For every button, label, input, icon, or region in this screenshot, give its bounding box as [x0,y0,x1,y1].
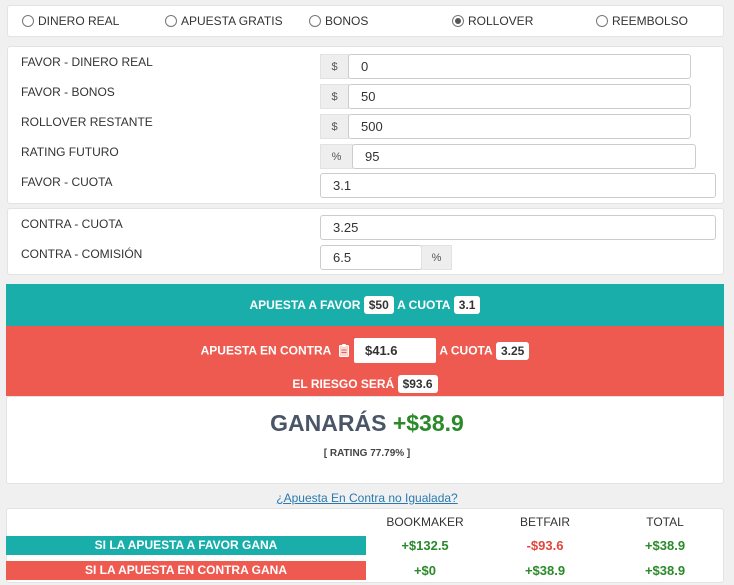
dollar-addon: $ [320,114,349,139]
rollover-restante-input[interactable]: 500 [348,114,691,139]
win-amount: +$38.9 [392,410,464,436]
riesgo-text: EL RIESGO SERÁ [292,377,395,391]
rating-futuro-label: RATING FUTURO [21,145,119,159]
radio-dot-icon [309,15,321,27]
header-total: TOTAL [646,515,684,529]
dollar-addon: $ [320,54,349,79]
table-cell: +$132.5 [401,538,449,553]
favor-dinero-real-input[interactable]: 0 [348,54,691,79]
win-headline: GANARÁS +$38.9 [0,410,734,437]
radio-bonos[interactable]: BONOS [309,14,368,28]
radio-rollover[interactable]: ROLLOVER [452,14,533,28]
radio-reembolso[interactable]: REEMBOLSO [596,14,688,28]
favor-bonos-label: FAVOR - BONOS [21,85,115,99]
a-cuota-text: A CUOTA [439,343,493,358]
contra-cuota-chip: 3.25 [496,341,530,360]
favor-cuota-input[interactable]: 3.1 [320,173,716,198]
radio-apuesta-gratis[interactable]: APUESTA GRATIS [165,14,283,28]
radio-label: ROLLOVER [468,14,534,28]
clipboard-icon[interactable] [338,344,349,357]
win-word: GANARÁS [270,410,387,436]
table-cell: +$0 [413,563,437,578]
radio-dot-checked-icon [452,15,464,27]
favor-cuota-chip: 3.1 [453,296,481,314]
unmatched-lay-link[interactable]: ¿Apuesta En Contra no Igualada? [0,491,734,505]
radio-label: APUESTA GRATIS [181,14,283,28]
contra-comision-input[interactable]: 6.5 [320,245,422,270]
table-cell: +$38.9 [524,563,566,578]
radio-dot-icon [165,15,177,27]
a-cuota-text: A CUOTA [397,298,451,312]
favor-bonos-input[interactable]: 50 [348,84,691,109]
radio-label: BONOS [325,14,369,28]
contra-summary-band: APUESTA EN CONTRA $41.6 A CUOTA 3.25 EL … [6,326,724,396]
favor-summary-text: APUESTA A FAVOR [249,298,361,312]
radio-dot-icon [596,15,608,27]
favor-summary-band: APUESTA A FAVOR $50 A CUOTA 3.1 [6,284,724,326]
header-betfair: BETFAIR [519,515,570,529]
favor-amount-chip: $50 [363,296,394,314]
favor-dinero-real-label: FAVOR - DINERO REAL [21,55,153,69]
rollover-restante-label: ROLLOVER RESTANTE [21,115,153,129]
mode-selector: DINERO REAL APUESTA GRATIS BONOS ROLLOVE… [7,5,724,37]
contra-amount-field[interactable]: $41.6 [353,338,436,363]
percent-addon: % [421,245,452,270]
radio-label: REEMBOLSO [612,14,689,28]
dollar-addon: $ [320,84,349,109]
table-cell: -$93.6 [526,538,564,553]
favor-cuota-label: FAVOR - CUOTA [21,175,113,189]
contra-comision-label: CONTRA - COMISIÓN [21,247,143,261]
row-label-contra-gana: SI LA APUESTA EN CONTRA GANA [6,561,366,580]
percent-addon: % [320,144,353,169]
radio-dinero-real[interactable]: DINERO REAL [22,14,119,28]
rating-text: [ RATING 77.79% ] [323,448,411,459]
rating-futuro-input[interactable]: 95 [352,144,696,169]
header-bookmaker: BOOKMAKER [386,515,464,529]
contra-cuota-input[interactable]: 3.25 [320,215,716,240]
radio-dot-icon [22,15,34,27]
table-cell: +$38.9 [644,538,686,553]
contra-cuota-label: CONTRA - CUOTA [21,217,123,231]
radio-label: DINERO REAL [38,14,120,28]
contra-summary-text: APUESTA EN CONTRA [200,343,332,358]
table-cell: +$38.9 [644,563,686,578]
row-label-favor-gana: SI LA APUESTA A FAVOR GANA [6,536,366,555]
riesgo-amount-chip: $93.6 [397,375,438,393]
